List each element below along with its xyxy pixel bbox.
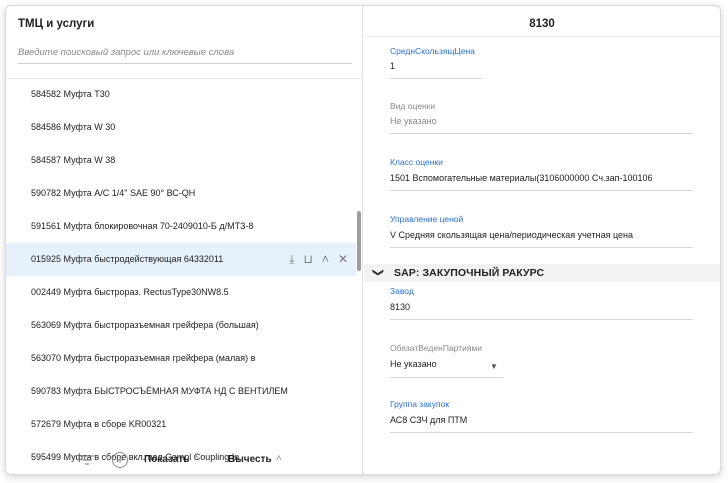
subtract-button[interactable]: Вычесть ˄ bbox=[228, 453, 282, 465]
list-item[interactable]: 563069 Муфта быстроразъемная грейфера (б… bbox=[6, 309, 356, 342]
person-up-icon[interactable]: ˄ bbox=[322, 243, 329, 276]
avg-price-label: СреднСкользящЦена bbox=[390, 46, 475, 56]
plant-value[interactable]: 8130 bbox=[390, 302, 410, 312]
dropdown-caret-icon[interactable]: ▼ bbox=[490, 362, 498, 371]
pane-title: ТМЦ и услуги bbox=[18, 18, 95, 30]
app-window: ТМЦ и услуги 584582 Муфта Т30 584586 Муф… bbox=[5, 5, 721, 475]
filter-icon[interactable] bbox=[80, 454, 94, 466]
field-underline bbox=[390, 377, 503, 378]
field-underline bbox=[390, 190, 693, 191]
purchasing-group-value[interactable]: АС8 СЗЧ для ПТМ bbox=[390, 415, 467, 425]
valuation-type-value[interactable]: Не указано bbox=[390, 116, 437, 126]
download-icon[interactable]: ⤓ bbox=[289, 243, 294, 276]
list-item[interactable]: 584587 Муфта W 38 bbox=[6, 144, 356, 177]
valuation-class-label: Класс оценки bbox=[390, 157, 443, 167]
chevron-down-icon: ❯ bbox=[372, 267, 385, 278]
details-title: 8130 bbox=[529, 18, 555, 30]
purchasing-section-header[interactable]: ❯ SAP: ЗАКУПОЧНЫЙ РАКУРС bbox=[364, 264, 720, 282]
list-item[interactable]: 563070 Муфта быстроразъемная грейфера (м… bbox=[6, 342, 356, 375]
details-pane: 8130 СреднСкользящЦена 1 Вид оценки Не у… bbox=[364, 6, 720, 474]
batch-mgmt-label: ОбязатВеденПартиями bbox=[390, 343, 483, 353]
materials-list: 584582 Муфта Т30 584586 Муфта W 30 58458… bbox=[6, 78, 356, 462]
plant-label: Завод bbox=[390, 286, 414, 296]
list-item[interactable]: 002449 Муфта быстрораз. RectusType30NW8.… bbox=[6, 276, 356, 309]
field-underline bbox=[390, 432, 693, 433]
search-input[interactable] bbox=[18, 42, 352, 64]
list-item[interactable]: 584586 Муфта W 30 bbox=[6, 111, 356, 144]
list-scrollbar[interactable] bbox=[357, 211, 361, 271]
list-item[interactable]: 590782 Муфта А/С 1/4" SAE 90° ВС-QН bbox=[6, 177, 356, 210]
tray-icon[interactable]: ⊔ bbox=[304, 243, 313, 276]
valuation-type-label: Вид оценки bbox=[390, 101, 436, 111]
list-item[interactable]: 591561 Муфта блокировочная 70-2409010-Б … bbox=[6, 210, 356, 243]
field-underline bbox=[390, 319, 693, 320]
field-underline bbox=[390, 247, 693, 248]
price-control-value[interactable]: V Средняя скользящая цена/периодическая … bbox=[390, 230, 633, 240]
list-item[interactable]: 590783 Муфта БЫСТРОСЪЁМНАЯ МУФТА НД С ВЕ… bbox=[6, 375, 356, 408]
show-button[interactable]: Показать ˄ bbox=[144, 453, 200, 465]
row-actions: ⤓ ⊔ ˄ ✕ bbox=[289, 243, 348, 276]
add-icon[interactable]: + bbox=[112, 452, 128, 468]
person-icon: ˄ bbox=[193, 453, 200, 465]
list-item[interactable]: 572679 Муфта в сборе KR00321 bbox=[6, 408, 356, 441]
list-toolbar: + Показать ˄ Вычесть ˄ bbox=[6, 446, 363, 474]
person-icon: ˄ bbox=[275, 453, 283, 465]
batch-mgmt-select[interactable]: Не указано bbox=[390, 359, 437, 369]
valuation-class-value[interactable]: 1501 Вспомогательные материалы(310600000… bbox=[390, 173, 653, 183]
avg-price-value[interactable]: 1 bbox=[390, 61, 395, 71]
list-item[interactable]: 584582 Муфта Т30 bbox=[6, 78, 356, 111]
list-item-selected[interactable]: 015925 Муфта быстродействующая 64332011 … bbox=[6, 243, 356, 276]
field-underline bbox=[390, 133, 693, 134]
close-icon[interactable]: ✕ bbox=[338, 243, 348, 276]
field-underline bbox=[390, 78, 482, 79]
header-divider bbox=[364, 36, 720, 37]
materials-list-pane: ТМЦ и услуги 584582 Муфта Т30 584586 Муф… bbox=[6, 6, 363, 474]
purchasing-group-label: Группа закупок bbox=[390, 399, 450, 409]
section-title: SAP: ЗАКУПОЧНЫЙ РАКУРС bbox=[394, 267, 545, 279]
price-control-label: Управление ценой bbox=[390, 214, 464, 224]
